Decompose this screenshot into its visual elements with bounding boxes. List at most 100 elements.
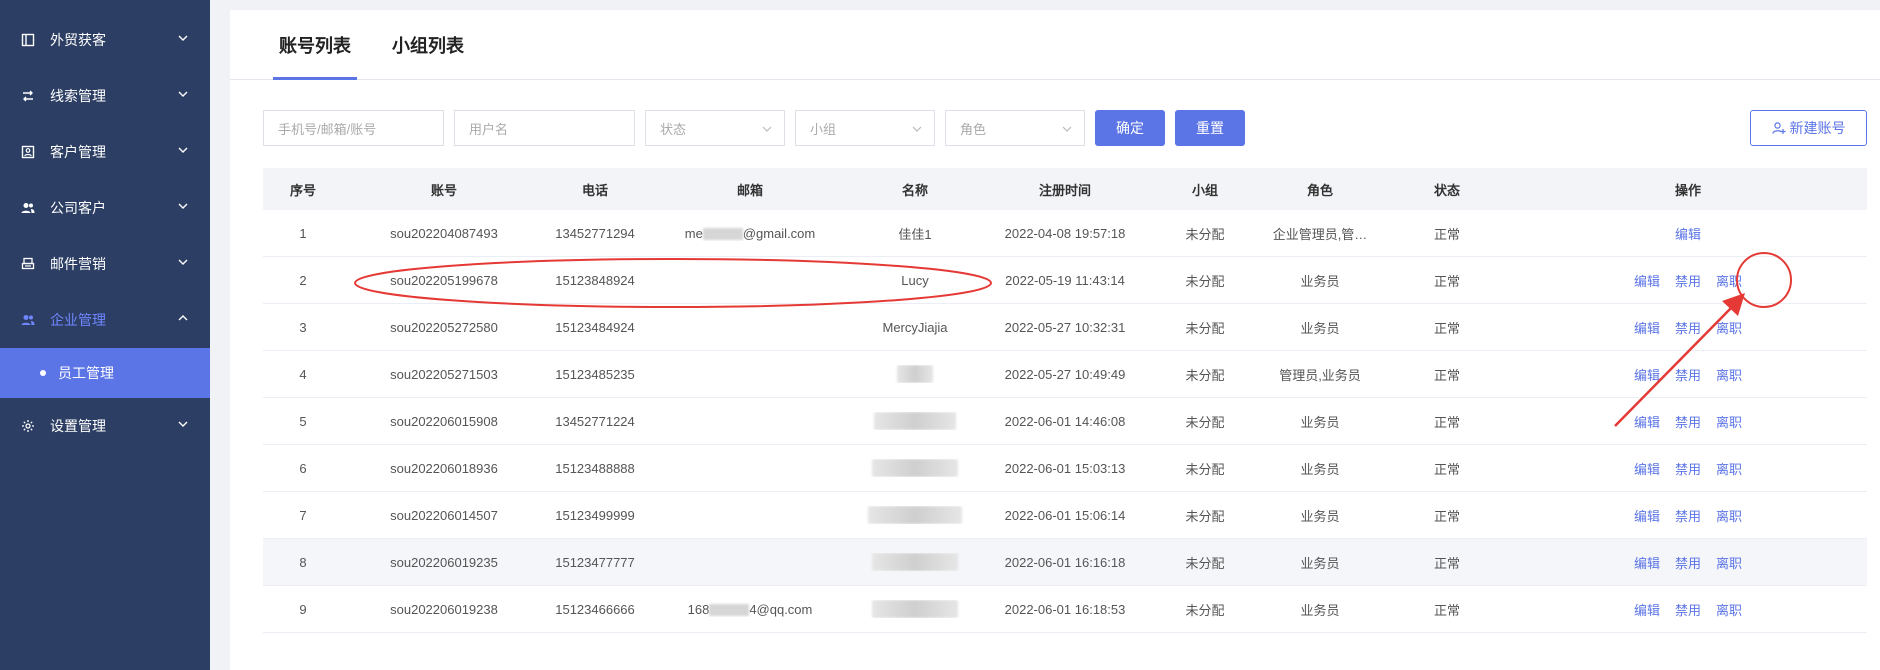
disable-link[interactable]: 禁用 — [1675, 412, 1701, 431]
edit-link[interactable]: 编辑 — [1634, 318, 1660, 337]
username-input[interactable]: 用户名 — [454, 110, 635, 146]
disable-link[interactable]: 禁用 — [1675, 600, 1701, 619]
cell-phone: 13452771224 — [555, 413, 635, 429]
resign-link[interactable]: 离职 — [1716, 600, 1742, 619]
column-header: 角色 — [1306, 182, 1333, 198]
cell-account: sou202206019238 — [390, 601, 498, 617]
disable-link[interactable]: 禁用 — [1675, 459, 1701, 478]
confirm-button[interactable]: 确定 — [1095, 110, 1165, 146]
disable-link[interactable]: 禁用 — [1675, 506, 1701, 525]
cell-actions: 编辑 禁用 离职 — [1509, 365, 1867, 384]
cell-no: 5 — [299, 413, 307, 429]
disable-link[interactable]: 禁用 — [1675, 365, 1701, 384]
disable-link[interactable]: 禁用 — [1675, 318, 1701, 337]
reset-button[interactable]: 重置 — [1175, 110, 1245, 146]
sidebar-item-label: 邮件营销 — [50, 256, 106, 272]
phone-email-account-input[interactable]: 手机号/邮箱/账号 — [263, 110, 444, 146]
resign-link[interactable]: 离职 — [1716, 459, 1742, 478]
cell-actions: 编辑 禁用 离职 — [1509, 600, 1867, 619]
edit-link[interactable]: 编辑 — [1634, 553, 1660, 572]
cell-name: MercyJiajia — [855, 320, 975, 335]
tab-group-list[interactable]: 小组列表 — [392, 32, 464, 58]
cell-name — [855, 459, 975, 477]
table-body: 1 sou202204087493 13452771294 me @gmail.com 佳… — [263, 210, 1867, 633]
table-row: 2 sou202205199678 15123848924 Lucy 2022-05-1… — [263, 257, 1867, 304]
sidebar-item-settings[interactable]: 设置管理 — [0, 398, 210, 454]
column-header: 注册时间 — [1038, 182, 1091, 198]
role-select[interactable]: 角色 — [945, 110, 1085, 146]
edit-link[interactable]: 编辑 — [1634, 412, 1660, 431]
cell-role: 业务员 — [1300, 320, 1340, 336]
sidebar-item-email-marketing[interactable]: 邮件营销 — [0, 236, 210, 292]
cell-name: Lucy — [855, 273, 975, 288]
cell-name — [855, 412, 975, 430]
book-icon — [20, 32, 36, 48]
edit-link[interactable]: 编辑 — [1634, 271, 1660, 290]
sidebar: 外贸获客 线索管理 客户管理 公司客户 邮件营销 企业管理 员工管理 设置管理 — [0, 0, 210, 670]
table-row: 6 sou202206018936 15123488888 2022-06-01 15… — [263, 445, 1867, 492]
cell-name: 佳佳1 — [855, 224, 975, 243]
cell-role: 业务员 — [1300, 508, 1340, 524]
sidebar-subitem-staff[interactable]: 员工管理 — [0, 348, 210, 398]
chevron-down-icon — [178, 421, 188, 427]
cell-status: 正常 — [1433, 461, 1460, 477]
cell-register-time: 2022-05-27 10:32:31 — [1004, 319, 1126, 335]
cell-no: 9 — [299, 601, 307, 617]
cell-actions: 编辑 禁用 离职 — [1509, 506, 1867, 525]
cell-group: 未分配 — [1185, 508, 1225, 524]
cell-phone: 15123499999 — [555, 507, 635, 523]
table-header: 序号 账号 电话 邮箱 名称 注册时间 小组 角色 状态 操作 — [263, 168, 1867, 210]
resign-link[interactable]: 离职 — [1716, 412, 1742, 431]
edit-link[interactable]: 编辑 — [1675, 224, 1701, 243]
table-row: 5 sou202206015908 13452771224 2022-06-01 14… — [263, 398, 1867, 445]
name-text: Lucy — [901, 272, 929, 288]
sidebar-item-customers[interactable]: 客户管理 — [0, 124, 210, 180]
cell-email: 168 4@qq.com — [645, 602, 855, 617]
sidebar-item-label: 企业管理 — [50, 312, 106, 328]
cell-no: 2 — [299, 272, 307, 288]
sidebar-item-enterprise[interactable]: 企业管理 — [0, 292, 210, 348]
disable-link[interactable]: 禁用 — [1675, 553, 1701, 572]
resign-link[interactable]: 离职 — [1716, 553, 1742, 572]
chevron-down-icon — [1062, 126, 1072, 132]
cell-group: 未分配 — [1185, 367, 1225, 383]
status-select[interactable]: 状态 — [645, 110, 785, 146]
cell-status: 正常 — [1433, 555, 1460, 571]
resign-link[interactable]: 离职 — [1716, 271, 1742, 290]
cell-role: 企业管理员,管… — [1272, 226, 1368, 242]
sidebar-item-foreign-trade[interactable]: 外贸获客 — [0, 12, 210, 68]
resign-link[interactable]: 离职 — [1716, 318, 1742, 337]
edit-link[interactable]: 编辑 — [1634, 365, 1660, 384]
column-header: 操作 — [1674, 182, 1701, 198]
cell-actions: 编辑 禁用 离职 — [1509, 459, 1867, 478]
group-select[interactable]: 小组 — [795, 110, 935, 146]
sidebar-item-leads[interactable]: 线索管理 — [0, 68, 210, 124]
edit-link[interactable]: 编辑 — [1634, 459, 1660, 478]
edit-link[interactable]: 编辑 — [1634, 600, 1660, 619]
cell-account: sou202206018936 — [390, 460, 498, 476]
resign-link[interactable]: 离职 — [1716, 365, 1742, 384]
cell-no: 4 — [299, 366, 307, 382]
resign-link[interactable]: 离职 — [1716, 506, 1742, 525]
email-suffix: 4@qq.com — [749, 601, 813, 617]
sidebar-item-company-customers[interactable]: 公司客户 — [0, 180, 210, 236]
edit-link[interactable]: 编辑 — [1634, 506, 1660, 525]
chevron-down-icon — [178, 147, 188, 153]
cell-actions: 编辑 禁用 离职 — [1509, 553, 1867, 572]
tab-account-list[interactable]: 账号列表 — [279, 32, 351, 58]
sidebar-subitem-label: 员工管理 — [58, 365, 114, 381]
chevron-down-icon — [912, 126, 922, 132]
select-placeholder: 状态 — [660, 121, 687, 137]
email-suffix: @gmail.com — [742, 225, 816, 241]
redacted-mask — [897, 365, 933, 383]
cell-name — [855, 553, 975, 571]
new-account-button[interactable]: 新建账号 — [1750, 110, 1867, 146]
printer-icon — [20, 256, 36, 272]
table-row: 3 sou202205272580 15123484924 MercyJiajia 20… — [263, 304, 1867, 351]
new-account-label: 新建账号 — [1789, 120, 1846, 136]
cell-register-time: 2022-05-27 10:49:49 — [1004, 366, 1126, 382]
cell-group: 未分配 — [1185, 273, 1225, 289]
disable-link[interactable]: 禁用 — [1675, 271, 1701, 290]
chevron-down-icon — [178, 203, 188, 209]
cell-no: 8 — [299, 554, 307, 570]
